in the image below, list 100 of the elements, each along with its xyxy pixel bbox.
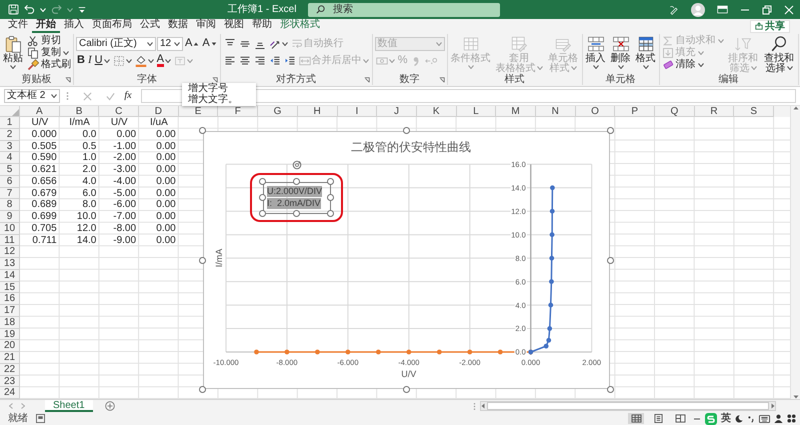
column-header[interactable]: B xyxy=(60,106,100,117)
person-icon[interactable] xyxy=(774,414,783,423)
row-header[interactable]: 15 xyxy=(0,282,20,294)
ime-mode-text[interactable]: 英 xyxy=(721,412,731,424)
format-button[interactable]: 格式 xyxy=(634,35,657,69)
resize-handle[interactable] xyxy=(327,194,334,201)
scrollbar[interactable] xyxy=(480,401,776,411)
row-header[interactable]: 18 xyxy=(0,316,20,328)
row-header[interactable]: 14 xyxy=(0,270,20,282)
column-header[interactable]: P xyxy=(615,106,655,117)
view-button[interactable] xyxy=(628,413,644,424)
column-header[interactable]: Q xyxy=(655,106,695,117)
restore-icon[interactable] xyxy=(762,4,772,14)
resize-handle[interactable] xyxy=(259,178,266,185)
dialog-launcher-icon[interactable] xyxy=(65,76,71,82)
column-header[interactable]: R xyxy=(694,106,734,117)
fill-color-button[interactable] xyxy=(134,54,155,68)
row-header[interactable]: 21 xyxy=(0,352,20,364)
column-header[interactable]: L xyxy=(456,106,496,117)
ribbon-tab[interactable]: 数据 xyxy=(164,19,192,33)
font-name-field[interactable]: Calibri (正文) xyxy=(76,37,156,51)
row-header[interactable]: 2 xyxy=(0,128,20,140)
moon-icon[interactable] xyxy=(735,414,743,422)
resize-handle[interactable] xyxy=(607,127,614,134)
column-header[interactable]: S xyxy=(734,106,774,117)
grip-icon[interactable] xyxy=(66,91,69,101)
row-header[interactable]: 7 xyxy=(0,188,20,200)
dialog-launcher-icon[interactable] xyxy=(438,76,445,82)
arrow-down-icon[interactable] xyxy=(792,395,798,399)
name-box[interactable]: 文本框 2 xyxy=(4,89,60,103)
macro-record-icon[interactable] xyxy=(36,414,45,423)
redo-icon[interactable] xyxy=(51,4,62,15)
column-header[interactable]: N xyxy=(536,106,576,117)
resize-handle[interactable] xyxy=(293,210,300,217)
grip-icon[interactable] xyxy=(473,402,476,410)
resize-handle[interactable] xyxy=(327,210,334,217)
resize-handle[interactable] xyxy=(259,210,266,217)
column-header[interactable]: G xyxy=(258,106,298,117)
borders-button[interactable] xyxy=(112,54,133,68)
row-header[interactable]: 5 xyxy=(0,164,20,176)
font-color-button[interactable]: A xyxy=(156,54,172,68)
bold-button[interactable]: B xyxy=(76,54,86,68)
arrow-up-icon[interactable] xyxy=(792,106,798,110)
copy-button[interactable]: 复制 xyxy=(27,47,71,59)
resize-handle[interactable] xyxy=(607,386,614,393)
row-header[interactable]: 4 xyxy=(0,152,20,164)
resize-handle[interactable] xyxy=(607,256,614,264)
column-header[interactable]: D xyxy=(139,106,179,117)
resize-handle[interactable] xyxy=(199,386,206,393)
resize-handle[interactable] xyxy=(327,178,334,185)
ribbon-tab[interactable]: 形状格式 xyxy=(276,19,324,33)
row-header[interactable]: 22 xyxy=(0,364,20,376)
apps-icon[interactable] xyxy=(787,414,796,423)
ribbon-tab[interactable]: 插入 xyxy=(60,19,88,33)
row-header[interactable]: 8 xyxy=(0,199,20,211)
arrow-left-icon[interactable] xyxy=(481,403,485,409)
share-button[interactable]: 共享 xyxy=(750,20,790,32)
clear-button[interactable]: 清除 xyxy=(662,59,724,71)
delete-button[interactable]: 删除 xyxy=(610,35,632,69)
keyboard-icon[interactable] xyxy=(759,414,770,422)
column-header[interactable]: H xyxy=(298,106,338,117)
avatar-icon[interactable] xyxy=(691,2,705,16)
close-icon[interactable] xyxy=(784,4,794,14)
input-method-icon[interactable] xyxy=(705,412,717,424)
column-header[interactable]: C xyxy=(99,106,140,117)
underline-button[interactable]: U xyxy=(94,54,111,68)
column-header[interactable]: A xyxy=(20,106,60,117)
cut-button[interactable]: 剪切 xyxy=(27,35,71,47)
row-header[interactable]: 17 xyxy=(0,305,20,317)
resize-handle[interactable] xyxy=(259,194,266,201)
row-header[interactable]: 6 xyxy=(0,176,20,188)
row-header[interactable]: 23 xyxy=(0,376,20,388)
row-header[interactable]: 12 xyxy=(0,246,20,258)
column-header[interactable]: E xyxy=(178,106,218,117)
row-header[interactable]: 11 xyxy=(0,234,20,246)
add-sheet-icon[interactable] xyxy=(104,401,115,411)
resize-handle[interactable] xyxy=(293,178,300,185)
column-header[interactable]: K xyxy=(416,106,457,117)
ribbon-display-icon[interactable] xyxy=(717,5,728,14)
ribbon-tab[interactable]: 视图 xyxy=(220,19,248,33)
format-painter-button[interactable]: 格式刷 xyxy=(27,59,71,71)
resize-handle[interactable] xyxy=(199,256,206,264)
row-header[interactable]: 16 xyxy=(0,293,20,305)
paste-button[interactable]: 粘贴 xyxy=(2,35,24,69)
sheet-tab[interactable]: Sheet1 xyxy=(45,400,93,412)
scrollbar[interactable] xyxy=(790,106,800,399)
column-header[interactable]: I xyxy=(338,106,378,117)
font-size-field[interactable]: 12 xyxy=(157,37,183,51)
row-header[interactable]: 1 xyxy=(0,117,20,129)
column-header[interactable]: J xyxy=(377,106,417,117)
ribbon-tab[interactable]: 文件 xyxy=(4,19,32,33)
column-header[interactable]: O xyxy=(576,106,616,117)
dialog-launcher-icon[interactable] xyxy=(364,76,370,82)
dialog-launcher-icon[interactable] xyxy=(212,76,218,82)
save-icon[interactable] xyxy=(8,4,19,15)
row-header[interactable]: 13 xyxy=(0,258,20,270)
text-box[interactable]: U:2.000V/DIV I: 2.0mA/DIV xyxy=(263,182,331,214)
customize-icon[interactable] xyxy=(78,6,86,14)
search-field[interactable]: 搜索 xyxy=(308,2,500,16)
undo-icon[interactable] xyxy=(24,4,35,15)
